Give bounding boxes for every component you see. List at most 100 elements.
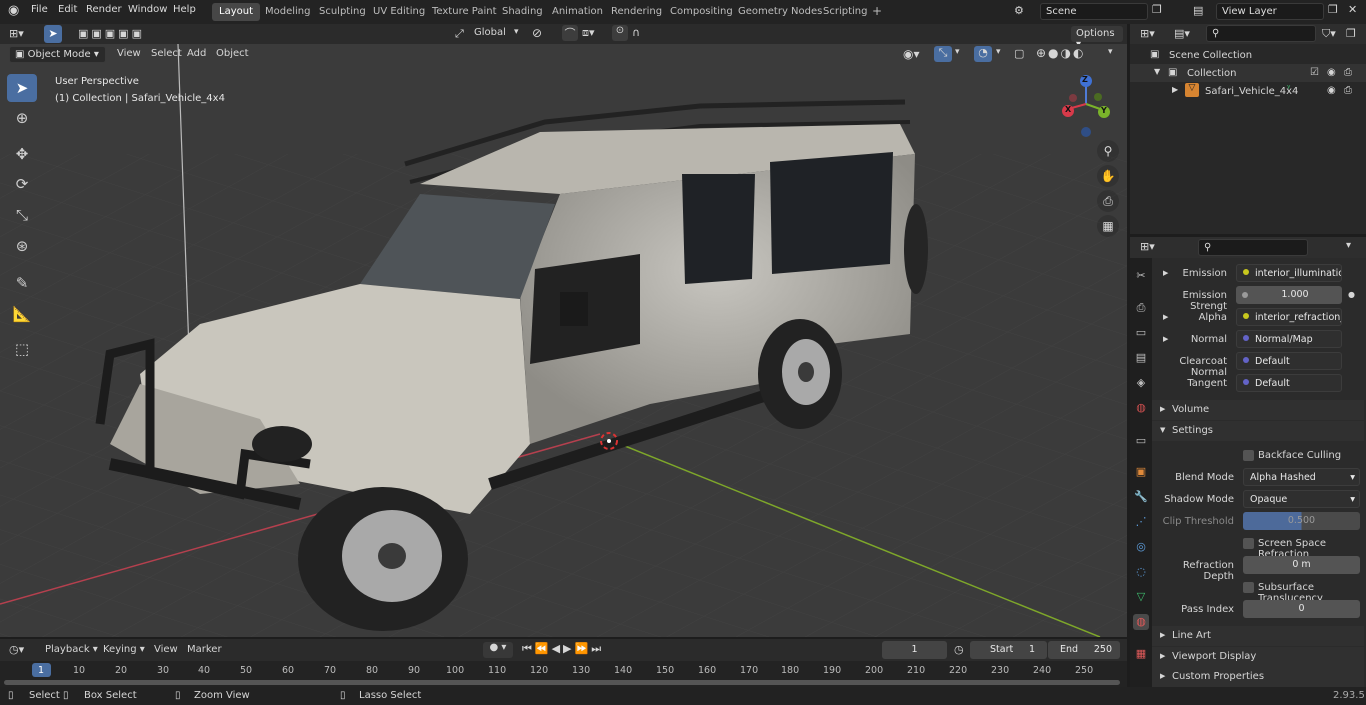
tab-compositing[interactable]: Compositing: [663, 3, 740, 21]
chevron-down-icon[interactable]: ▾: [996, 47, 1001, 57]
view-layer-field[interactable]: View Layer: [1216, 3, 1324, 20]
expand-arrow-icon[interactable]: ▼: [1154, 67, 1160, 76]
modifier-tab-icon[interactable]: 🔧: [1133, 489, 1149, 505]
overlays-icon[interactable]: ◔: [974, 46, 992, 62]
checkbox-icon[interactable]: ☑: [1310, 67, 1319, 78]
current-frame-field[interactable]: 1: [882, 641, 947, 659]
keyframe-dot-icon[interactable]: ●: [1348, 290, 1355, 299]
select-tool-icon[interactable]: ➤: [44, 25, 62, 43]
shadow-mode-dropdown[interactable]: Opaque ▾: [1243, 490, 1360, 508]
collection-tab-icon[interactable]: ▭: [1133, 433, 1149, 449]
end-frame-field[interactable]: End 250: [1048, 641, 1120, 659]
tab-animation[interactable]: Animation: [545, 3, 610, 21]
proportional-edit-icon[interactable]: ⊙: [612, 25, 628, 41]
chevron-down-icon[interactable]: ▾: [1346, 240, 1351, 251]
settings-section-header[interactable]: ▼ Settings: [1152, 421, 1364, 441]
selection-modes-icon[interactable]: ▣▣▣▣▣: [78, 27, 145, 40]
gizmo-toggle-icon[interactable]: ⤡: [934, 46, 952, 62]
cursor-tool-icon[interactable]: ⊕: [7, 104, 37, 132]
move-tool-icon[interactable]: ✥: [7, 140, 37, 168]
menu-playback[interactable]: Playback ▾: [45, 644, 98, 655]
eye-icon[interactable]: ◉: [1327, 85, 1336, 96]
outliner-row-collection[interactable]: ▼ ▣ Collection ☑ ◉ ⎙: [1130, 64, 1366, 82]
zoom-icon[interactable]: ⚲: [1097, 140, 1119, 162]
transform-tool-icon[interactable]: ⊛: [7, 232, 37, 260]
scene-icon[interactable]: ⚙: [1014, 4, 1024, 17]
object-tab-icon[interactable]: ▣: [1133, 464, 1149, 480]
stopwatch-icon[interactable]: ◷: [954, 643, 964, 656]
tab-scripting[interactable]: Scripting: [816, 3, 874, 21]
line-art-section-header[interactable]: ▶ Line Art: [1152, 626, 1364, 646]
tab-geometry-nodes[interactable]: Geometry Nodes: [731, 3, 829, 21]
filter-icon[interactable]: ⛉▾: [1322, 27, 1336, 41]
tab-shading[interactable]: Shading: [495, 3, 550, 21]
clip-threshold-slider[interactable]: 0.500: [1243, 512, 1360, 530]
new-collection-icon[interactable]: ❐: [1346, 27, 1356, 40]
chevron-down-icon[interactable]: ▾: [955, 47, 960, 57]
custom-properties-section-header[interactable]: ▶ Custom Properties: [1152, 667, 1364, 687]
menu-keying[interactable]: Keying ▾: [103, 644, 145, 655]
visibility-icon[interactable]: ◉▾: [903, 47, 920, 61]
3d-viewport[interactable]: User Perspective (1) Collection | Safari…: [0, 44, 1127, 637]
render-tab-icon[interactable]: ⎙: [1133, 300, 1149, 316]
menu-window[interactable]: Window: [128, 4, 167, 15]
navigation-gizmo[interactable]: Z Y X: [1058, 74, 1118, 138]
options-dropdown[interactable]: Options ▾: [1071, 26, 1123, 50]
scene-field[interactable]: Scene: [1040, 3, 1148, 20]
menu-object[interactable]: Object: [216, 48, 249, 59]
camera-icon[interactable]: ⎙: [1344, 67, 1352, 78]
outliner-row-object[interactable]: ▶ ▽ Safari_Vehicle_4x4 ᵞ ◉ ⎙: [1130, 82, 1366, 100]
new-view-layer-icon[interactable]: ❐: [1328, 3, 1338, 16]
particles-tab-icon[interactable]: ⋰: [1133, 514, 1149, 530]
pan-hand-icon[interactable]: ✋: [1097, 165, 1119, 187]
normal-field[interactable]: Normal/Map: [1236, 330, 1342, 348]
scale-tool-icon[interactable]: ⤡: [7, 201, 37, 229]
orientation-dropdown[interactable]: Global: [474, 27, 506, 38]
add-workspace-button[interactable]: +: [867, 3, 887, 21]
alpha-field[interactable]: interior_refraction_in...: [1236, 308, 1342, 326]
subsurface-checkbox[interactable]: [1243, 582, 1254, 593]
menu-add[interactable]: Add: [187, 48, 206, 59]
grid-perspective-icon[interactable]: ▦: [1097, 215, 1119, 237]
new-scene-icon[interactable]: ❐: [1152, 3, 1162, 16]
snap-target-icon[interactable]: ⧈▾: [582, 26, 595, 40]
shading-modes-icon[interactable]: ⊕●◑◐: [1036, 46, 1085, 60]
add-cube-tool-icon[interactable]: ⬚: [7, 335, 37, 363]
world-tab-icon[interactable]: ◍: [1133, 400, 1149, 416]
menu-view[interactable]: View: [117, 48, 141, 59]
material-tab-icon[interactable]: ◍: [1133, 614, 1149, 630]
record-icon[interactable]: ● ▾: [483, 642, 513, 658]
start-frame-field[interactable]: Start 1: [970, 641, 1047, 659]
pass-index-field[interactable]: 0: [1243, 600, 1360, 618]
properties-search-input[interactable]: ⚲: [1198, 239, 1308, 256]
expand-arrow-icon[interactable]: ▶: [1172, 85, 1178, 94]
eye-icon[interactable]: ◉: [1327, 67, 1336, 78]
tab-rendering[interactable]: Rendering: [604, 3, 669, 21]
tab-texture-paint[interactable]: Texture Paint: [425, 3, 504, 21]
emission-strength-field[interactable]: 1.000: [1236, 286, 1342, 304]
transform-orientation-icon[interactable]: ⤢: [455, 27, 464, 41]
menu-marker[interactable]: Marker: [187, 644, 222, 655]
camera-icon[interactable]: ⎙: [1344, 85, 1352, 96]
pivot-icon[interactable]: ⊘: [532, 26, 542, 40]
timeline-editor-icon[interactable]: ◷▾: [9, 643, 24, 656]
rotate-tool-icon[interactable]: ⟳: [7, 170, 37, 198]
outliner-search-input[interactable]: ⚲: [1206, 25, 1316, 42]
tab-layout[interactable]: Layout: [212, 3, 260, 21]
output-tab-icon[interactable]: ▭: [1133, 325, 1149, 341]
snap-icon[interactable]: ⌒: [562, 25, 578, 41]
blend-mode-dropdown[interactable]: Alpha Hashed ▾: [1243, 468, 1360, 486]
annotate-tool-icon[interactable]: ✎: [7, 269, 37, 297]
scene-tab-icon[interactable]: ◈: [1133, 375, 1149, 391]
clearcoat-normal-field[interactable]: Default: [1236, 352, 1342, 370]
volume-section-header[interactable]: ▶ Volume: [1152, 400, 1364, 420]
outliner-editor-icon[interactable]: ⊞▾: [1140, 27, 1155, 40]
tangent-field[interactable]: Default: [1236, 374, 1342, 392]
emission-field[interactable]: interior_illumination...: [1236, 264, 1342, 282]
backface-culling-checkbox[interactable]: [1243, 450, 1254, 461]
menu-help[interactable]: Help: [173, 4, 196, 15]
constraints-tab-icon[interactable]: ◌: [1133, 564, 1149, 580]
timeline-scrollbar[interactable]: [4, 680, 1120, 685]
falloff-icon[interactable]: ∩: [632, 26, 640, 39]
view-layer-tab-icon[interactable]: ▤: [1133, 350, 1149, 366]
